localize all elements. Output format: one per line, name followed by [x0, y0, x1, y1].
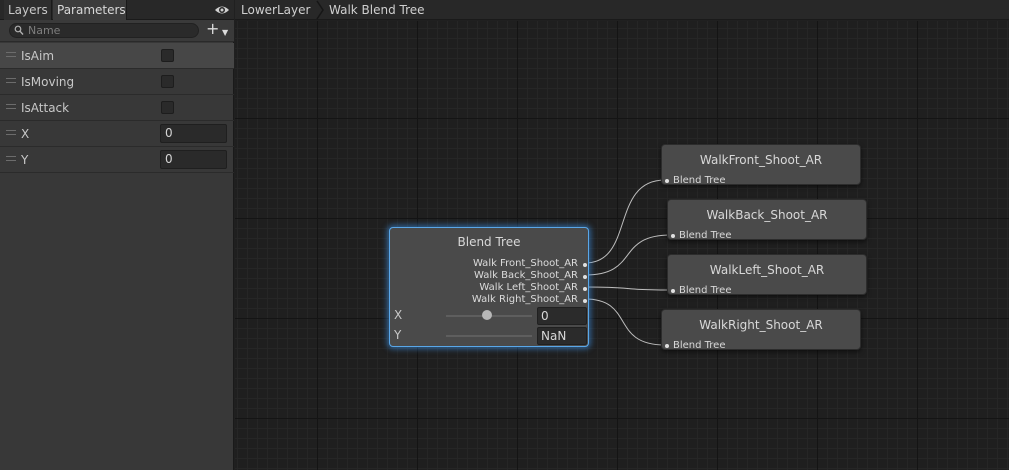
output-port[interactable]	[583, 263, 587, 267]
node-input-label: Blend Tree	[673, 175, 726, 186]
input-port[interactable]	[671, 289, 675, 293]
node-title: WalkLeft_Shoot_AR	[709, 263, 825, 277]
parameter-checkbox[interactable]	[161, 75, 174, 88]
y-value-field[interactable]: NaN	[537, 327, 587, 345]
connection-wire	[584, 179, 666, 264]
search-input[interactable]	[28, 24, 193, 37]
parameter-name: IsMoving	[21, 75, 75, 89]
motion-output-label: Walk Back_Shoot_AR	[473, 270, 578, 281]
input-port[interactable]	[665, 179, 669, 183]
x-value-field[interactable]: 0	[537, 307, 587, 325]
parameter-name: IsAttack	[21, 101, 70, 115]
parameter-row[interactable]: IsAttack	[0, 95, 234, 121]
search-row: + ▼	[0, 20, 234, 42]
plus-icon: +	[206, 19, 220, 38]
parameter-row[interactable]: IsAim	[0, 43, 234, 69]
x-slider-thumb[interactable]	[482, 310, 492, 320]
drag-handle-icon[interactable]	[6, 78, 16, 83]
connection-wire	[584, 286, 672, 291]
parameter-value-field[interactable]: 0	[160, 124, 227, 143]
parameter-checkbox[interactable]	[161, 49, 174, 62]
chevron-down-icon: ▼	[222, 28, 229, 37]
motion-node-walk-front[interactable]: WalkFront_Shoot_AR Blend Tree	[661, 144, 861, 186]
parameter-checkbox[interactable]	[161, 101, 174, 114]
node-title: WalkBack_Shoot_AR	[706, 208, 828, 222]
node-title: WalkRight_Shoot_AR	[699, 318, 823, 332]
motion-node-walk-back[interactable]: WalkBack_Shoot_AR Blend Tree	[667, 199, 867, 241]
input-port[interactable]	[665, 344, 669, 348]
breadcrumb-state[interactable]: Walk Blend Tree	[329, 0, 425, 20]
parameter-row[interactable]: X 0	[0, 121, 234, 147]
connection-wire	[584, 234, 672, 276]
animator-graph[interactable]: Blend Tree Walk Front_Shoot_AR Walk Back…	[235, 21, 1009, 470]
connection-wires	[584, 179, 672, 346]
motion-output-label: Walk Right_Shoot_AR	[471, 294, 578, 305]
output-port[interactable]	[583, 275, 587, 279]
node-input-label: Blend Tree	[679, 285, 732, 296]
y-slider-track[interactable]	[446, 335, 532, 337]
parameter-row[interactable]: IsMoving	[0, 69, 234, 95]
axis-label-y: Y	[394, 328, 402, 342]
blend-tree-node[interactable]: Blend Tree Walk Front_Shoot_AR Walk Back…	[389, 227, 589, 347]
drag-handle-icon[interactable]	[6, 130, 16, 135]
drag-handle-icon[interactable]	[6, 156, 16, 161]
search-icon	[14, 25, 24, 35]
motion-output-label: Walk Front_Shoot_AR	[472, 258, 578, 269]
parameters-panel: Layers Parameters + ▼ IsAim IsMoving	[0, 0, 234, 470]
eye-icon[interactable]	[214, 3, 230, 17]
panel-tab-bar: Layers Parameters	[0, 0, 234, 20]
output-port[interactable]	[583, 287, 587, 291]
parameter-value-field[interactable]: 0	[160, 150, 227, 169]
parameter-row[interactable]: Y 0	[0, 147, 234, 173]
breadcrumb-separator-icon	[316, 0, 324, 20]
node-title: WalkFront_Shoot_AR	[699, 153, 823, 167]
tab-parameters[interactable]: Parameters	[53, 0, 127, 20]
motion-node-walk-left[interactable]: WalkLeft_Shoot_AR Blend Tree	[667, 254, 867, 296]
tab-layers[interactable]: Layers	[4, 0, 52, 20]
node-input-label: Blend Tree	[679, 230, 732, 241]
node-input-label: Blend Tree	[673, 340, 726, 351]
input-port[interactable]	[671, 234, 675, 238]
connection-wire	[584, 298, 666, 346]
motion-node-walk-right[interactable]: WalkRight_Shoot_AR Blend Tree	[661, 309, 861, 351]
node-title: Blend Tree	[457, 235, 521, 249]
add-parameter-button[interactable]: + ▼	[205, 19, 231, 39]
axis-label-x: X	[394, 308, 403, 322]
output-port[interactable]	[583, 299, 587, 303]
parameter-name: IsAim	[21, 49, 55, 63]
breadcrumb: LowerLayer Walk Blend Tree	[235, 0, 1009, 20]
parameter-name: Y	[21, 153, 29, 167]
parameter-name: X	[21, 127, 30, 141]
motion-output-label: Walk Left_Shoot_AR	[479, 282, 578, 293]
search-box[interactable]	[9, 23, 199, 38]
drag-handle-icon[interactable]	[6, 104, 16, 109]
drag-handle-icon[interactable]	[6, 52, 16, 57]
breadcrumb-layer[interactable]: LowerLayer	[241, 0, 310, 20]
